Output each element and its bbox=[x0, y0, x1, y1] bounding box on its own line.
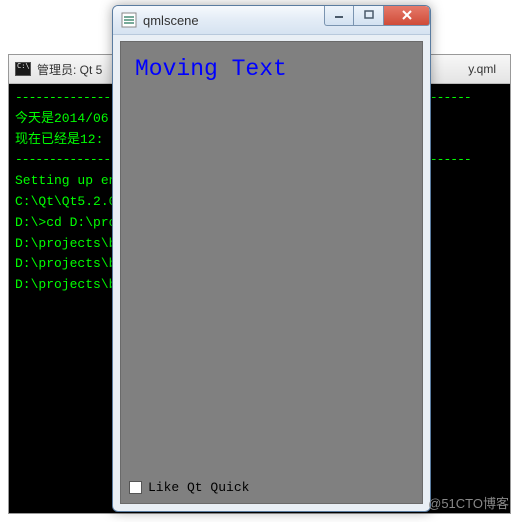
qmlscene-titlebar[interactable]: qmlscene bbox=[113, 6, 430, 35]
close-button[interactable] bbox=[384, 6, 430, 26]
qml-content-area[interactable]: Moving Text Like Qt Quick bbox=[120, 41, 423, 504]
checkbox-label: Like Qt Quick bbox=[148, 480, 249, 495]
app-icon bbox=[121, 12, 137, 28]
qmlscene-title: qmlscene bbox=[143, 13, 324, 28]
console-title-left: 管理员: Qt 5 bbox=[37, 61, 102, 78]
checkbox-input[interactable] bbox=[129, 481, 142, 494]
watermark-text: @51CTO博客 bbox=[428, 493, 509, 512]
minimize-button[interactable] bbox=[324, 6, 354, 26]
moving-text-label: Moving Text bbox=[135, 56, 287, 82]
qmlscene-window: qmlscene Moving Text Like Qt Quick bbox=[112, 5, 431, 512]
maximize-button[interactable] bbox=[354, 6, 384, 26]
cmd-icon bbox=[15, 62, 31, 76]
checkbox-row: Like Qt Quick bbox=[129, 480, 249, 495]
window-controls bbox=[324, 6, 430, 26]
